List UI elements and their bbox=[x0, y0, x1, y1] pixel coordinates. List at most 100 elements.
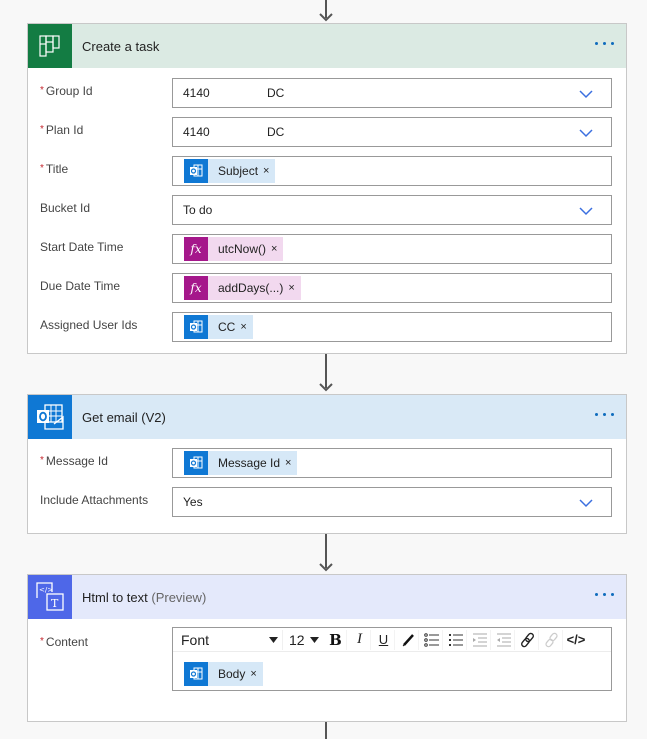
expression-token[interactable]: fx addDays(...) × bbox=[184, 276, 301, 300]
remove-token-icon[interactable]: × bbox=[285, 457, 297, 469]
field-row-content: * Content Font 12 B I U </> Body × bbox=[40, 627, 612, 691]
outlook-icon bbox=[184, 159, 208, 183]
numbered-list-button[interactable] bbox=[445, 629, 467, 650]
field-row-bucket-id: Bucket Id To do bbox=[40, 195, 612, 225]
function-icon: fx bbox=[184, 276, 208, 300]
numbered-list-icon bbox=[448, 633, 463, 646]
assigned-user-ids-input[interactable]: CC × bbox=[172, 312, 612, 342]
chevron-down-icon bbox=[579, 88, 593, 102]
card-header[interactable]: </> T Html to text (Preview) bbox=[28, 575, 626, 619]
chevron-down-icon bbox=[579, 205, 593, 219]
unlink-icon bbox=[544, 632, 558, 647]
svg-text:T: T bbox=[51, 597, 59, 610]
more-options-button[interactable] bbox=[595, 589, 614, 600]
field-row-assigned-users: Assigned User Ids CC × bbox=[40, 312, 612, 342]
remove-link-button[interactable] bbox=[541, 629, 563, 650]
more-options-button[interactable] bbox=[595, 38, 614, 49]
italic-button[interactable]: I bbox=[349, 629, 371, 650]
field-row-title: * Title Subject × bbox=[40, 156, 612, 186]
field-row-group-id: * Group Id 4140 DC bbox=[40, 78, 612, 108]
pen-icon bbox=[402, 633, 414, 646]
editor-toolbar: Font 12 B I U </> bbox=[173, 628, 611, 652]
get-email-card: Get email (V2) * Message Id Message Id × … bbox=[27, 394, 627, 534]
arrow-down-icon bbox=[319, 378, 333, 392]
card-header[interactable]: Create a task bbox=[28, 24, 626, 68]
increase-indent-button[interactable] bbox=[469, 629, 491, 650]
field-label: Include Attachments bbox=[40, 493, 149, 507]
remove-token-icon[interactable]: × bbox=[263, 165, 275, 177]
field-label: Bucket Id bbox=[40, 201, 91, 215]
outlook-icon bbox=[28, 395, 72, 439]
dynamic-content-token[interactable]: Message Id × bbox=[184, 451, 298, 475]
svg-text:</>: </> bbox=[39, 586, 53, 594]
font-size-dropdown[interactable]: 12 bbox=[285, 630, 323, 650]
bold-icon: B bbox=[329, 630, 342, 649]
caret-down-icon bbox=[310, 636, 319, 643]
card-title: Create a task bbox=[82, 38, 160, 54]
field-row-start-date: Start Date Time fx utcNow() × bbox=[40, 234, 612, 264]
text-color-button[interactable] bbox=[397, 629, 419, 650]
field-label: * Content bbox=[40, 635, 88, 649]
remove-token-icon[interactable]: × bbox=[250, 668, 262, 680]
remove-token-icon[interactable]: × bbox=[288, 282, 300, 294]
html-to-text-icon: </> T bbox=[28, 575, 72, 619]
code-icon: </> bbox=[566, 632, 586, 647]
field-label: * Group Id bbox=[40, 84, 93, 98]
chevron-down-icon bbox=[579, 127, 593, 141]
card-title: Get email (V2) bbox=[82, 409, 166, 425]
dynamic-content-token[interactable]: Body × bbox=[184, 662, 263, 686]
outdent-icon bbox=[496, 633, 511, 646]
more-options-button[interactable] bbox=[595, 409, 614, 420]
expression-token[interactable]: fx utcNow() × bbox=[184, 237, 284, 261]
field-label: * Title bbox=[40, 162, 69, 176]
content-rich-text-editor[interactable]: Font 12 B I U </> Body × bbox=[172, 627, 612, 691]
editor-content[interactable]: Body × bbox=[173, 652, 611, 696]
bullet-list-button[interactable] bbox=[421, 629, 443, 650]
remove-token-icon[interactable]: × bbox=[240, 321, 252, 333]
planner-icon bbox=[28, 24, 72, 68]
indent-icon bbox=[472, 633, 487, 646]
start-date-input[interactable]: fx utcNow() × bbox=[172, 234, 612, 264]
field-label: * Plan Id bbox=[40, 123, 84, 137]
chevron-down-icon bbox=[579, 497, 593, 511]
field-row-message-id: * Message Id Message Id × bbox=[40, 448, 612, 478]
field-row-include-attachments: Include Attachments Yes bbox=[40, 487, 612, 517]
function-icon: fx bbox=[184, 237, 208, 261]
caret-down-icon bbox=[269, 636, 278, 643]
outlook-icon bbox=[184, 451, 208, 475]
font-family-dropdown[interactable]: Font bbox=[175, 629, 283, 650]
field-label: Start Date Time bbox=[40, 240, 124, 254]
code-view-button[interactable]: </> bbox=[565, 630, 587, 650]
bold-button[interactable]: B bbox=[325, 629, 347, 650]
field-row-plan-id: * Plan Id 4140 DC bbox=[40, 117, 612, 147]
field-label: Due Date Time bbox=[40, 279, 121, 293]
html-to-text-card: </> T Html to text (Preview) * Content Fo… bbox=[27, 574, 627, 722]
underline-button[interactable]: U bbox=[373, 629, 395, 650]
outlook-icon bbox=[184, 662, 208, 686]
link-icon bbox=[520, 632, 534, 647]
arrow-down-icon bbox=[319, 558, 333, 572]
insert-link-button[interactable] bbox=[517, 629, 539, 650]
field-row-due-date: Due Date Time fx addDays(...) × bbox=[40, 273, 612, 303]
message-id-input[interactable]: Message Id × bbox=[172, 448, 612, 478]
decrease-indent-button[interactable] bbox=[493, 629, 515, 650]
remove-token-icon[interactable]: × bbox=[271, 243, 283, 255]
card-title: Html to text (Preview) bbox=[82, 589, 207, 605]
dynamic-content-token[interactable]: CC × bbox=[184, 315, 253, 339]
field-label: Assigned User Ids bbox=[40, 318, 138, 332]
field-label: * Message Id bbox=[40, 454, 108, 468]
underline-icon: U bbox=[378, 632, 389, 647]
create-task-card: Create a task * Group Id 4140 DC * Plan Id… bbox=[27, 23, 627, 354]
include-attachments-dropdown[interactable]: Yes bbox=[172, 487, 612, 517]
bucket-id-dropdown[interactable]: To do bbox=[172, 195, 612, 225]
title-input[interactable]: Subject × bbox=[172, 156, 612, 186]
arrow-down-icon bbox=[319, 8, 333, 22]
group-id-dropdown[interactable]: 4140 DC bbox=[172, 78, 612, 108]
dynamic-content-token[interactable]: Subject × bbox=[184, 159, 276, 183]
flow-connector bbox=[325, 722, 327, 739]
due-date-input[interactable]: fx addDays(...) × bbox=[172, 273, 612, 303]
card-header[interactable]: Get email (V2) bbox=[28, 395, 626, 439]
bullet-list-icon bbox=[423, 632, 439, 647]
outlook-icon bbox=[184, 315, 208, 339]
plan-id-dropdown[interactable]: 4140 DC bbox=[172, 117, 612, 147]
